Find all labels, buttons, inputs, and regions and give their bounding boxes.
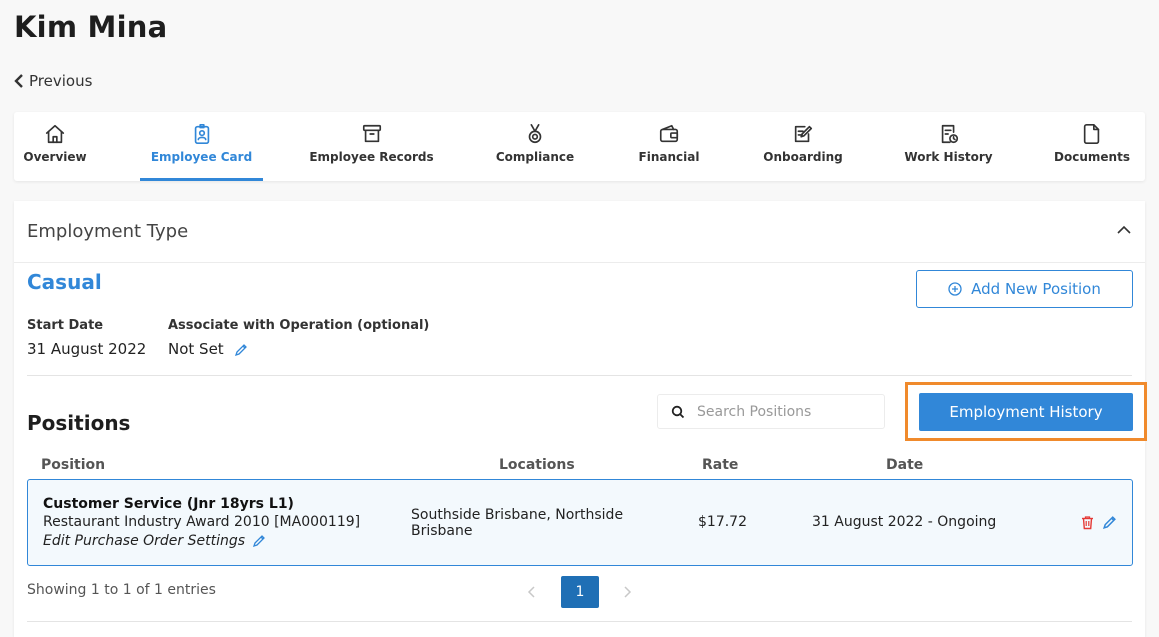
positions-title: Positions bbox=[27, 411, 131, 435]
table-row[interactable]: Customer Service (Jnr 18yrs L1) Restaura… bbox=[27, 479, 1133, 566]
plus-circle-icon bbox=[948, 282, 962, 296]
position-rate: $17.72 bbox=[698, 514, 747, 530]
chevron-up-icon[interactable] bbox=[1117, 225, 1131, 235]
previous-link[interactable]: Previous bbox=[14, 72, 92, 90]
operation-field: Not Set bbox=[168, 340, 248, 358]
archive-box-icon bbox=[362, 124, 381, 143]
column-header-date: Date bbox=[886, 457, 924, 473]
previous-label: Previous bbox=[29, 72, 93, 90]
employment-card: Employment Type Casual Add New Position … bbox=[14, 201, 1147, 637]
pagination-page-1[interactable]: 1 bbox=[561, 576, 599, 608]
position-date: 31 August 2022 - Ongoing bbox=[812, 514, 997, 530]
employment-history-button[interactable]: Employment History bbox=[919, 393, 1133, 431]
pencil-icon bbox=[252, 535, 265, 548]
search-positions-input[interactable] bbox=[697, 403, 867, 420]
tab-employee-records[interactable]: Employee Records bbox=[309, 112, 434, 181]
trash-icon[interactable] bbox=[1080, 515, 1095, 530]
tab-compliance[interactable]: Compliance bbox=[495, 112, 575, 181]
edit-purchase-order-link[interactable]: Edit Purchase Order Settings bbox=[43, 533, 266, 549]
position-award: Restaurant Industry Award 2010 [MA000119… bbox=[43, 514, 361, 530]
edit-document-icon bbox=[794, 125, 813, 143]
pencil-icon[interactable] bbox=[234, 343, 248, 357]
start-date-label: Start Date bbox=[27, 318, 104, 333]
page-title: Kim Mina bbox=[14, 10, 168, 44]
operation-label: Associate with Operation (optional) bbox=[168, 318, 430, 333]
tab-work-history[interactable]: Work History bbox=[904, 112, 993, 181]
tab-employee-card[interactable]: Employee Card bbox=[140, 112, 263, 181]
tab-documents[interactable]: Documents bbox=[1054, 112, 1130, 181]
tab-financial[interactable]: Financial bbox=[638, 112, 700, 181]
document-icon bbox=[1083, 124, 1100, 144]
home-icon bbox=[45, 124, 65, 144]
operation-value: Not Set bbox=[168, 340, 224, 358]
position-name: Customer Service (Jnr 18yrs L1) bbox=[43, 496, 294, 512]
chevron-left-icon[interactable] bbox=[525, 584, 539, 600]
tab-overview[interactable]: Overview bbox=[23, 112, 87, 181]
search-box[interactable] bbox=[657, 394, 885, 429]
position-locations: Southside Brisbane, Northside Brisbane bbox=[411, 507, 624, 539]
tab-onboarding[interactable]: Onboarding bbox=[763, 112, 843, 181]
wallet-icon bbox=[659, 124, 679, 143]
start-date-value: 31 August 2022 bbox=[27, 340, 147, 358]
tab-bar: Overview Employee Card Employee Records … bbox=[14, 112, 1145, 181]
bottom-divider bbox=[27, 621, 1132, 622]
divider bbox=[27, 375, 1132, 376]
chevron-left-icon bbox=[14, 74, 23, 88]
showing-entries-text: Showing 1 to 1 of 1 entries bbox=[27, 582, 216, 598]
column-header-rate: Rate bbox=[702, 457, 739, 473]
history-document-icon bbox=[941, 124, 958, 144]
medal-icon bbox=[528, 124, 542, 144]
section-title: Employment Type bbox=[27, 221, 189, 242]
section-header[interactable]: Employment Type bbox=[14, 201, 1145, 263]
add-new-position-label: Add New Position bbox=[971, 280, 1101, 298]
search-icon bbox=[671, 405, 685, 418]
employment-type: Casual bbox=[27, 270, 102, 294]
pencil-icon[interactable] bbox=[1102, 515, 1117, 530]
id-badge-icon bbox=[194, 124, 209, 144]
add-new-position-button[interactable]: Add New Position bbox=[916, 270, 1133, 308]
column-header-locations: Locations bbox=[499, 457, 575, 473]
chevron-right-icon[interactable] bbox=[620, 584, 634, 600]
column-header-position: Position bbox=[41, 457, 106, 473]
